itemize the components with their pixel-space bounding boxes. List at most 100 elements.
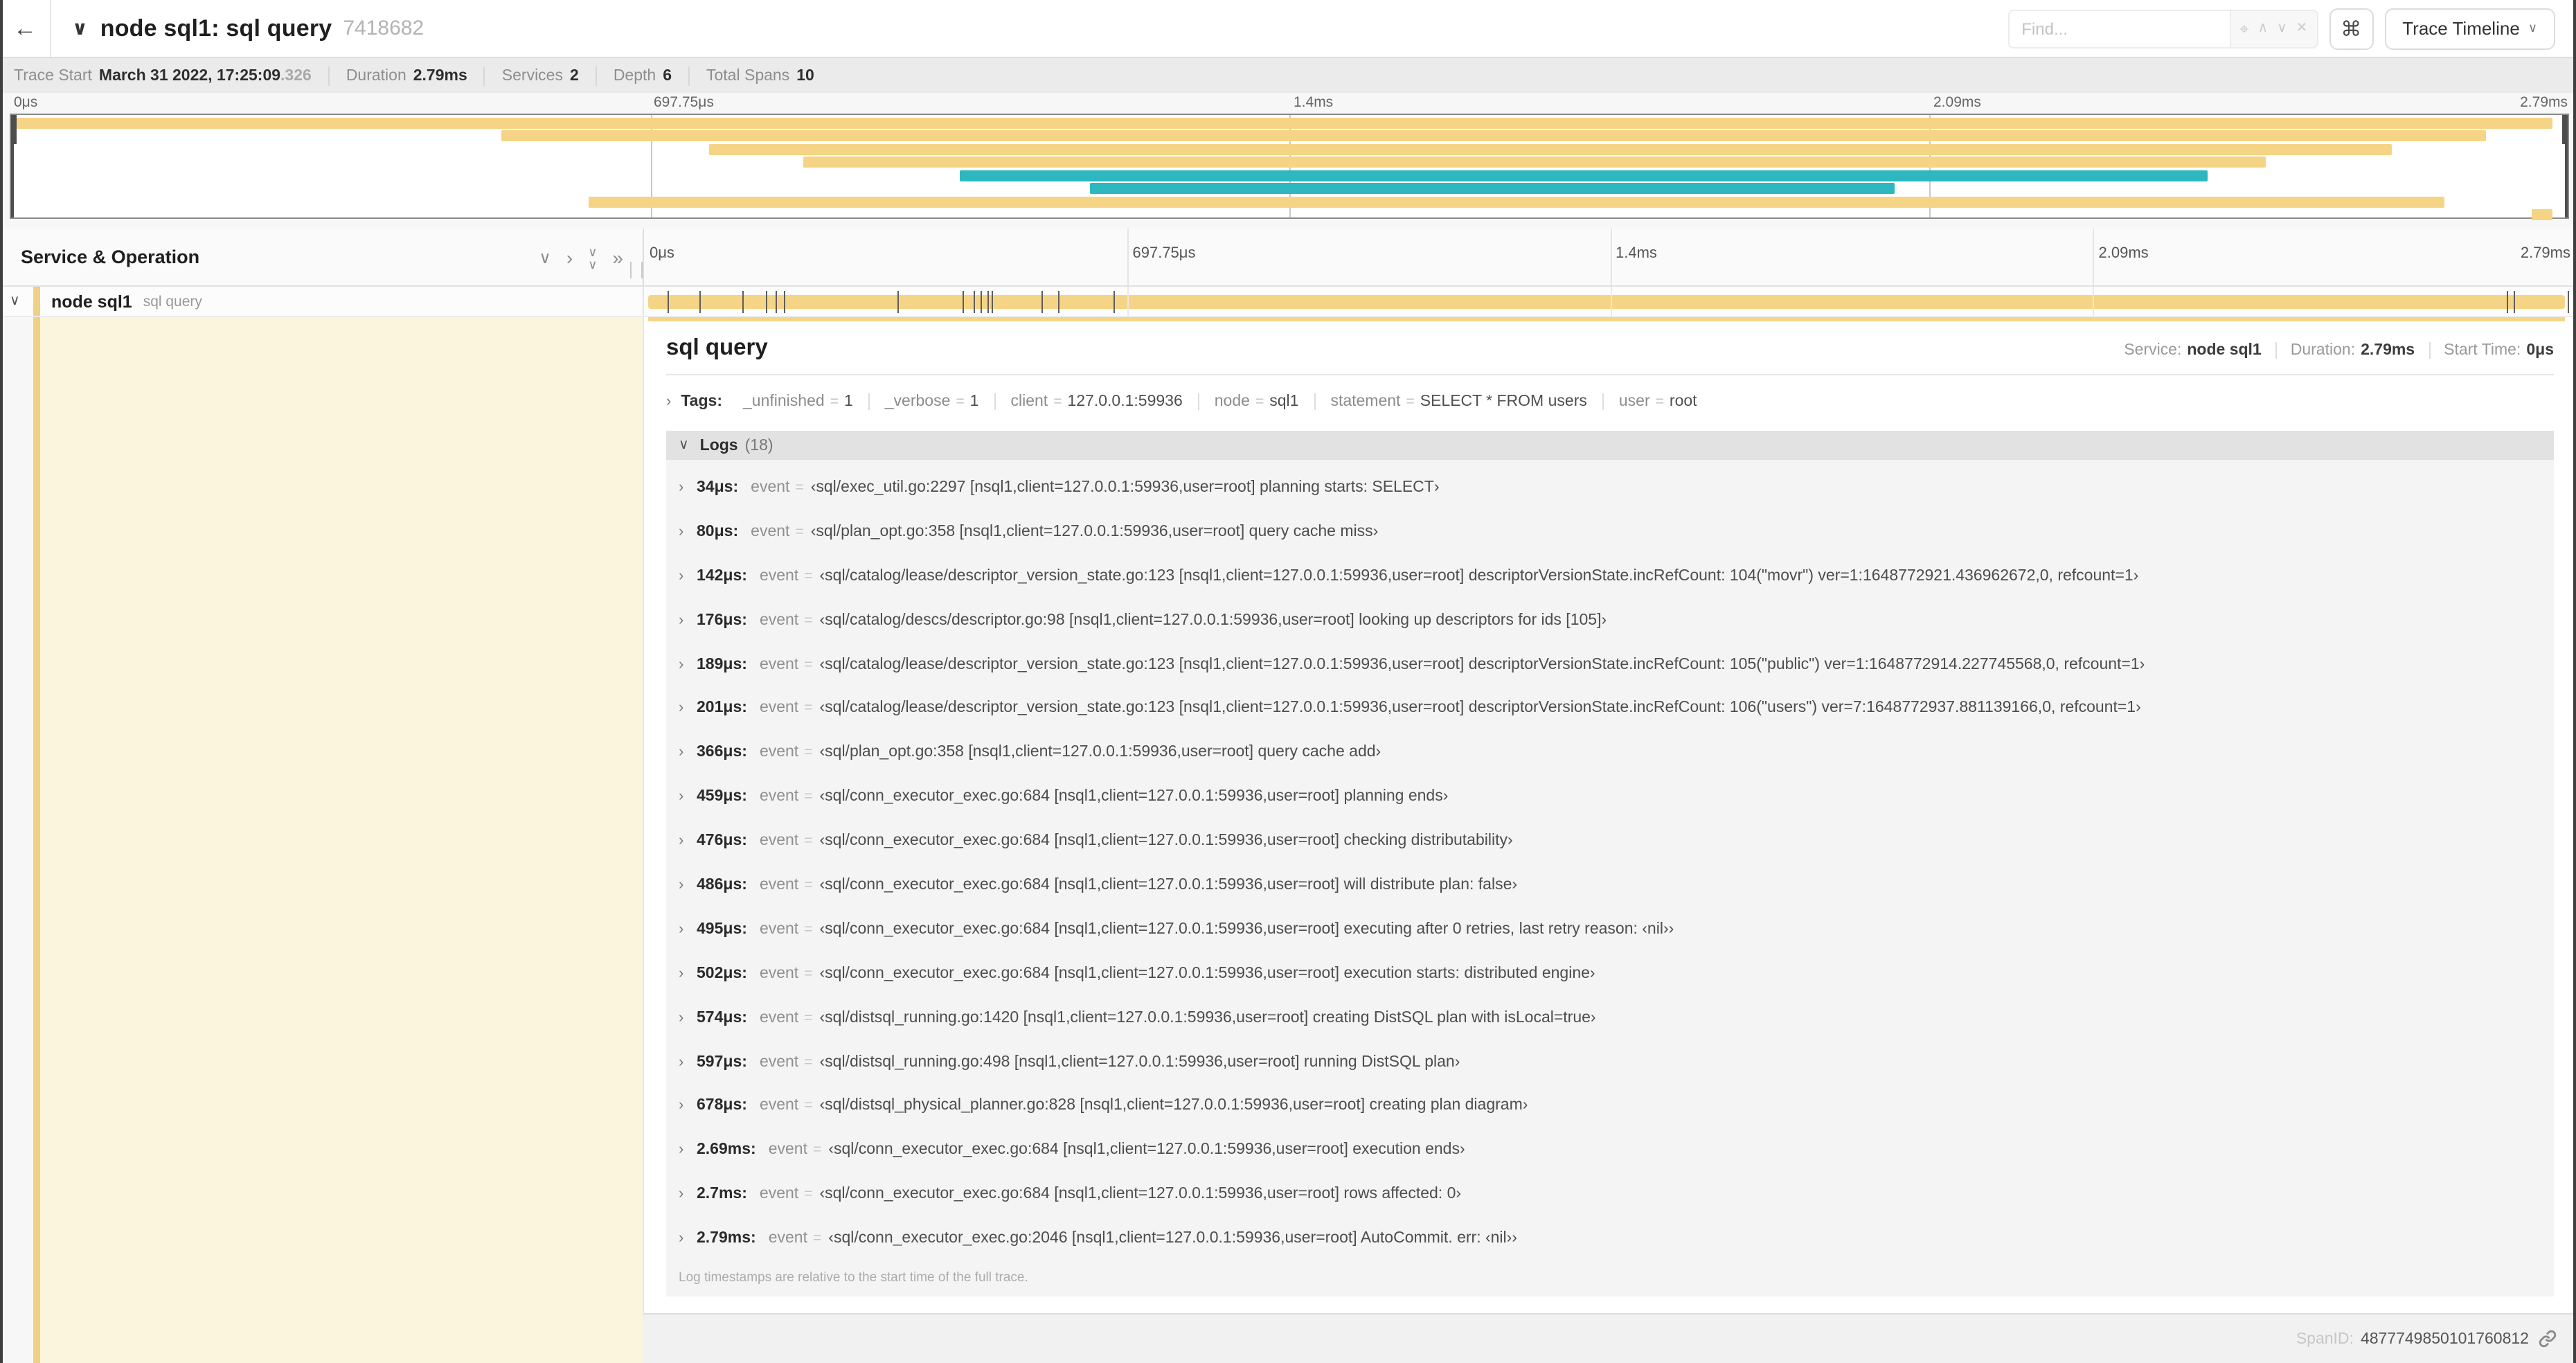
- logs-header[interactable]: ∨ Logs (18): [666, 431, 2554, 460]
- span-color-strip: [33, 287, 40, 316]
- span-tree-item[interactable]: ∨ node sql1 sql query: [0, 287, 643, 316]
- log-entry-row[interactable]: ›476μsevent=‹sql/conn_executor_exec.go:6…: [666, 819, 2554, 863]
- log-timestamp: 495μs: [697, 921, 747, 938]
- collapse-trace-icon[interactable]: ∨: [72, 17, 88, 40]
- expand-one-icon[interactable]: ›: [566, 247, 573, 267]
- log-entry-row[interactable]: ›495μsevent=‹sql/conn_executor_exec.go:6…: [666, 907, 2554, 952]
- log-entry-row[interactable]: ›80μsevent=‹sql/plan_opt.go:358 [nsql1,c…: [666, 510, 2554, 554]
- span-service-name: node sql1: [51, 292, 132, 311]
- tag-item[interactable]: statement=SELECT * FROM users: [1315, 393, 1603, 410]
- meta-item: Services2: [485, 66, 597, 85]
- divider: [2429, 342, 2430, 359]
- log-field-value: ‹sql/conn_executor_exec.go:684 [nsql1,cl…: [828, 1142, 1465, 1159]
- log-entry-row[interactable]: ›678μsevent=‹sql/distsql_physical_planne…: [666, 1084, 2554, 1128]
- time-tick-label: 1.4ms: [1610, 245, 1657, 262]
- span-detail-zone: sql query Service: node sql1 Duration: 2…: [0, 317, 2576, 1363]
- span-bar-track[interactable]: [643, 287, 2576, 316]
- equals-sign: =: [804, 612, 812, 628]
- column-resizer-handle[interactable]: [630, 262, 643, 278]
- tag-item[interactable]: client=127.0.0.1:59936: [995, 393, 1199, 410]
- viewport-scrubber-right[interactable]: [2565, 115, 2568, 217]
- log-timestamp: 678μs: [697, 1098, 747, 1114]
- log-entry-row[interactable]: ›2.79msevent=‹sql/conn_executor_exec.go:…: [666, 1216, 2554, 1260]
- meta-item: Total Spans10: [690, 66, 831, 85]
- tag-item[interactable]: _verbose=1: [870, 393, 996, 410]
- minimap-span-bar[interactable]: [2532, 209, 2552, 220]
- log-marker: [2514, 291, 2515, 313]
- minimap-span-bar[interactable]: [16, 117, 2552, 128]
- log-entry-row[interactable]: ›597μsevent=‹sql/distsql_running.go:498 …: [666, 1040, 2554, 1084]
- log-entry-row[interactable]: ›502μsevent=‹sql/conn_executor_exec.go:6…: [666, 952, 2554, 996]
- log-field-key: event: [760, 1186, 798, 1202]
- clear-find-icon[interactable]: ✕: [2296, 21, 2308, 35]
- log-marker: [1041, 291, 1043, 313]
- log-marker: [992, 291, 993, 313]
- trace-minimap[interactable]: [10, 114, 2569, 219]
- scrubber-grip[interactable]: [2562, 115, 2568, 144]
- log-field-key: event: [760, 612, 798, 628]
- collapse-one-icon[interactable]: ∨: [539, 249, 551, 265]
- find-prev-icon[interactable]: ∧: [2258, 21, 2269, 35]
- locate-icon[interactable]: ⌖: [2239, 20, 2249, 37]
- tag-value: sql1: [1269, 393, 1298, 410]
- tag-value: 1: [970, 393, 979, 410]
- log-field-key: event: [760, 1009, 798, 1026]
- keyboard-shortcuts-button[interactable]: ⌘: [2329, 8, 2373, 49]
- log-entry-row[interactable]: ›2.7msevent=‹sql/conn_executor_exec.go:6…: [666, 1173, 2554, 1217]
- time-tick-label: 0μs: [10, 94, 37, 111]
- minimap-span-bar[interactable]: [589, 196, 2444, 207]
- find-input[interactable]: [2007, 9, 2229, 48]
- time-gridline: [2093, 229, 2095, 285]
- span-duration-bar[interactable]: [648, 295, 2565, 309]
- collapse-span-icon[interactable]: ∨: [10, 294, 26, 309]
- log-field-value: ‹sql/conn_executor_exec.go:684 [nsql1,cl…: [820, 921, 1674, 938]
- chevron-down-icon: ∨: [588, 246, 597, 258]
- log-entry-row[interactable]: ›34μsevent=‹sql/exec_util.go:2297 [nsql1…: [666, 465, 2554, 510]
- log-entry-row[interactable]: ›142μsevent=‹sql/catalog/lease/descripto…: [666, 554, 2554, 598]
- tag-item[interactable]: user=root: [1604, 393, 1712, 410]
- expand-all-icon[interactable]: »: [612, 247, 623, 267]
- find-next-icon[interactable]: ∨: [2277, 21, 2287, 35]
- log-marker: [981, 291, 982, 313]
- top-bar-actions: ⌖ ∧ ∨ ✕ ⌘ Trace Timeline ∨: [2007, 8, 2555, 49]
- time-tick-label: 697.75μs: [650, 94, 714, 111]
- logs-title: Logs: [700, 437, 738, 454]
- trace-view-selector[interactable]: Trace Timeline ∨: [2384, 8, 2555, 49]
- log-entry-row[interactable]: ›2.69msevent=‹sql/conn_executor_exec.go:…: [666, 1128, 2554, 1173]
- chevron-right-icon: ›: [679, 877, 697, 893]
- minimap-span-bar[interactable]: [804, 157, 2266, 168]
- meta-item: Duration2.79ms: [330, 66, 485, 85]
- log-entry-row[interactable]: ›366μsevent=‹sql/plan_opt.go:358 [nsql1,…: [666, 731, 2554, 775]
- minimap-span-bar[interactable]: [502, 130, 2486, 141]
- chevron-right-icon: ›: [679, 1186, 697, 1202]
- span-row: ∨ node sql1 sql query: [0, 287, 2576, 317]
- minimap-span-bar[interactable]: [709, 143, 2391, 154]
- equals-sign: =: [804, 1186, 812, 1202]
- tag-item[interactable]: _unfinished=1: [728, 393, 870, 410]
- log-entry-row[interactable]: ›574μsevent=‹sql/distsql_running.go:1420…: [666, 995, 2554, 1040]
- tag-key: _verbose: [885, 393, 951, 410]
- log-entry-row[interactable]: ›486μsevent=‹sql/conn_executor_exec.go:6…: [666, 863, 2554, 907]
- tag-key: user: [1619, 393, 1650, 410]
- equals-sign: =: [804, 832, 812, 849]
- scrubber-grip[interactable]: [11, 115, 17, 144]
- tag-item[interactable]: node=sql1: [1199, 393, 1316, 410]
- back-button[interactable]: ←: [0, 0, 51, 57]
- link-icon[interactable]: [2539, 1330, 2557, 1348]
- logs-footer-note: Log timestamps are relative to the start…: [666, 1260, 2554, 1297]
- log-entry-row[interactable]: ›459μsevent=‹sql/conn_executor_exec.go:6…: [666, 774, 2554, 819]
- log-entry-row[interactable]: ›176μsevent=‹sql/catalog/descs/descripto…: [666, 598, 2554, 642]
- minimap-span-bar[interactable]: [960, 170, 2208, 181]
- equals-sign: =: [804, 1098, 812, 1114]
- log-entry-row[interactable]: ›201μsevent=‹sql/catalog/lease/descripto…: [666, 686, 2554, 731]
- chevron-down-icon: ∨: [2528, 21, 2537, 36]
- meta-value: March 31 2022, 17:25:09: [99, 66, 280, 85]
- log-field-value: ‹sql/distsql_physical_planner.go:828 [ns…: [820, 1098, 1528, 1114]
- log-entry-row[interactable]: ›189μsevent=‹sql/catalog/lease/descripto…: [666, 642, 2554, 686]
- tags-row[interactable]: › Tags: _unfinished=1_verbose=1client=12…: [666, 384, 2554, 420]
- viewport-scrubber-left[interactable]: [11, 115, 14, 217]
- collapse-all-icon[interactable]: ∨ ∨: [588, 243, 597, 271]
- service-operation-title: Service & Operation: [21, 247, 199, 267]
- minimap-span-bar[interactable]: [1090, 183, 1895, 194]
- log-marker: [766, 291, 767, 313]
